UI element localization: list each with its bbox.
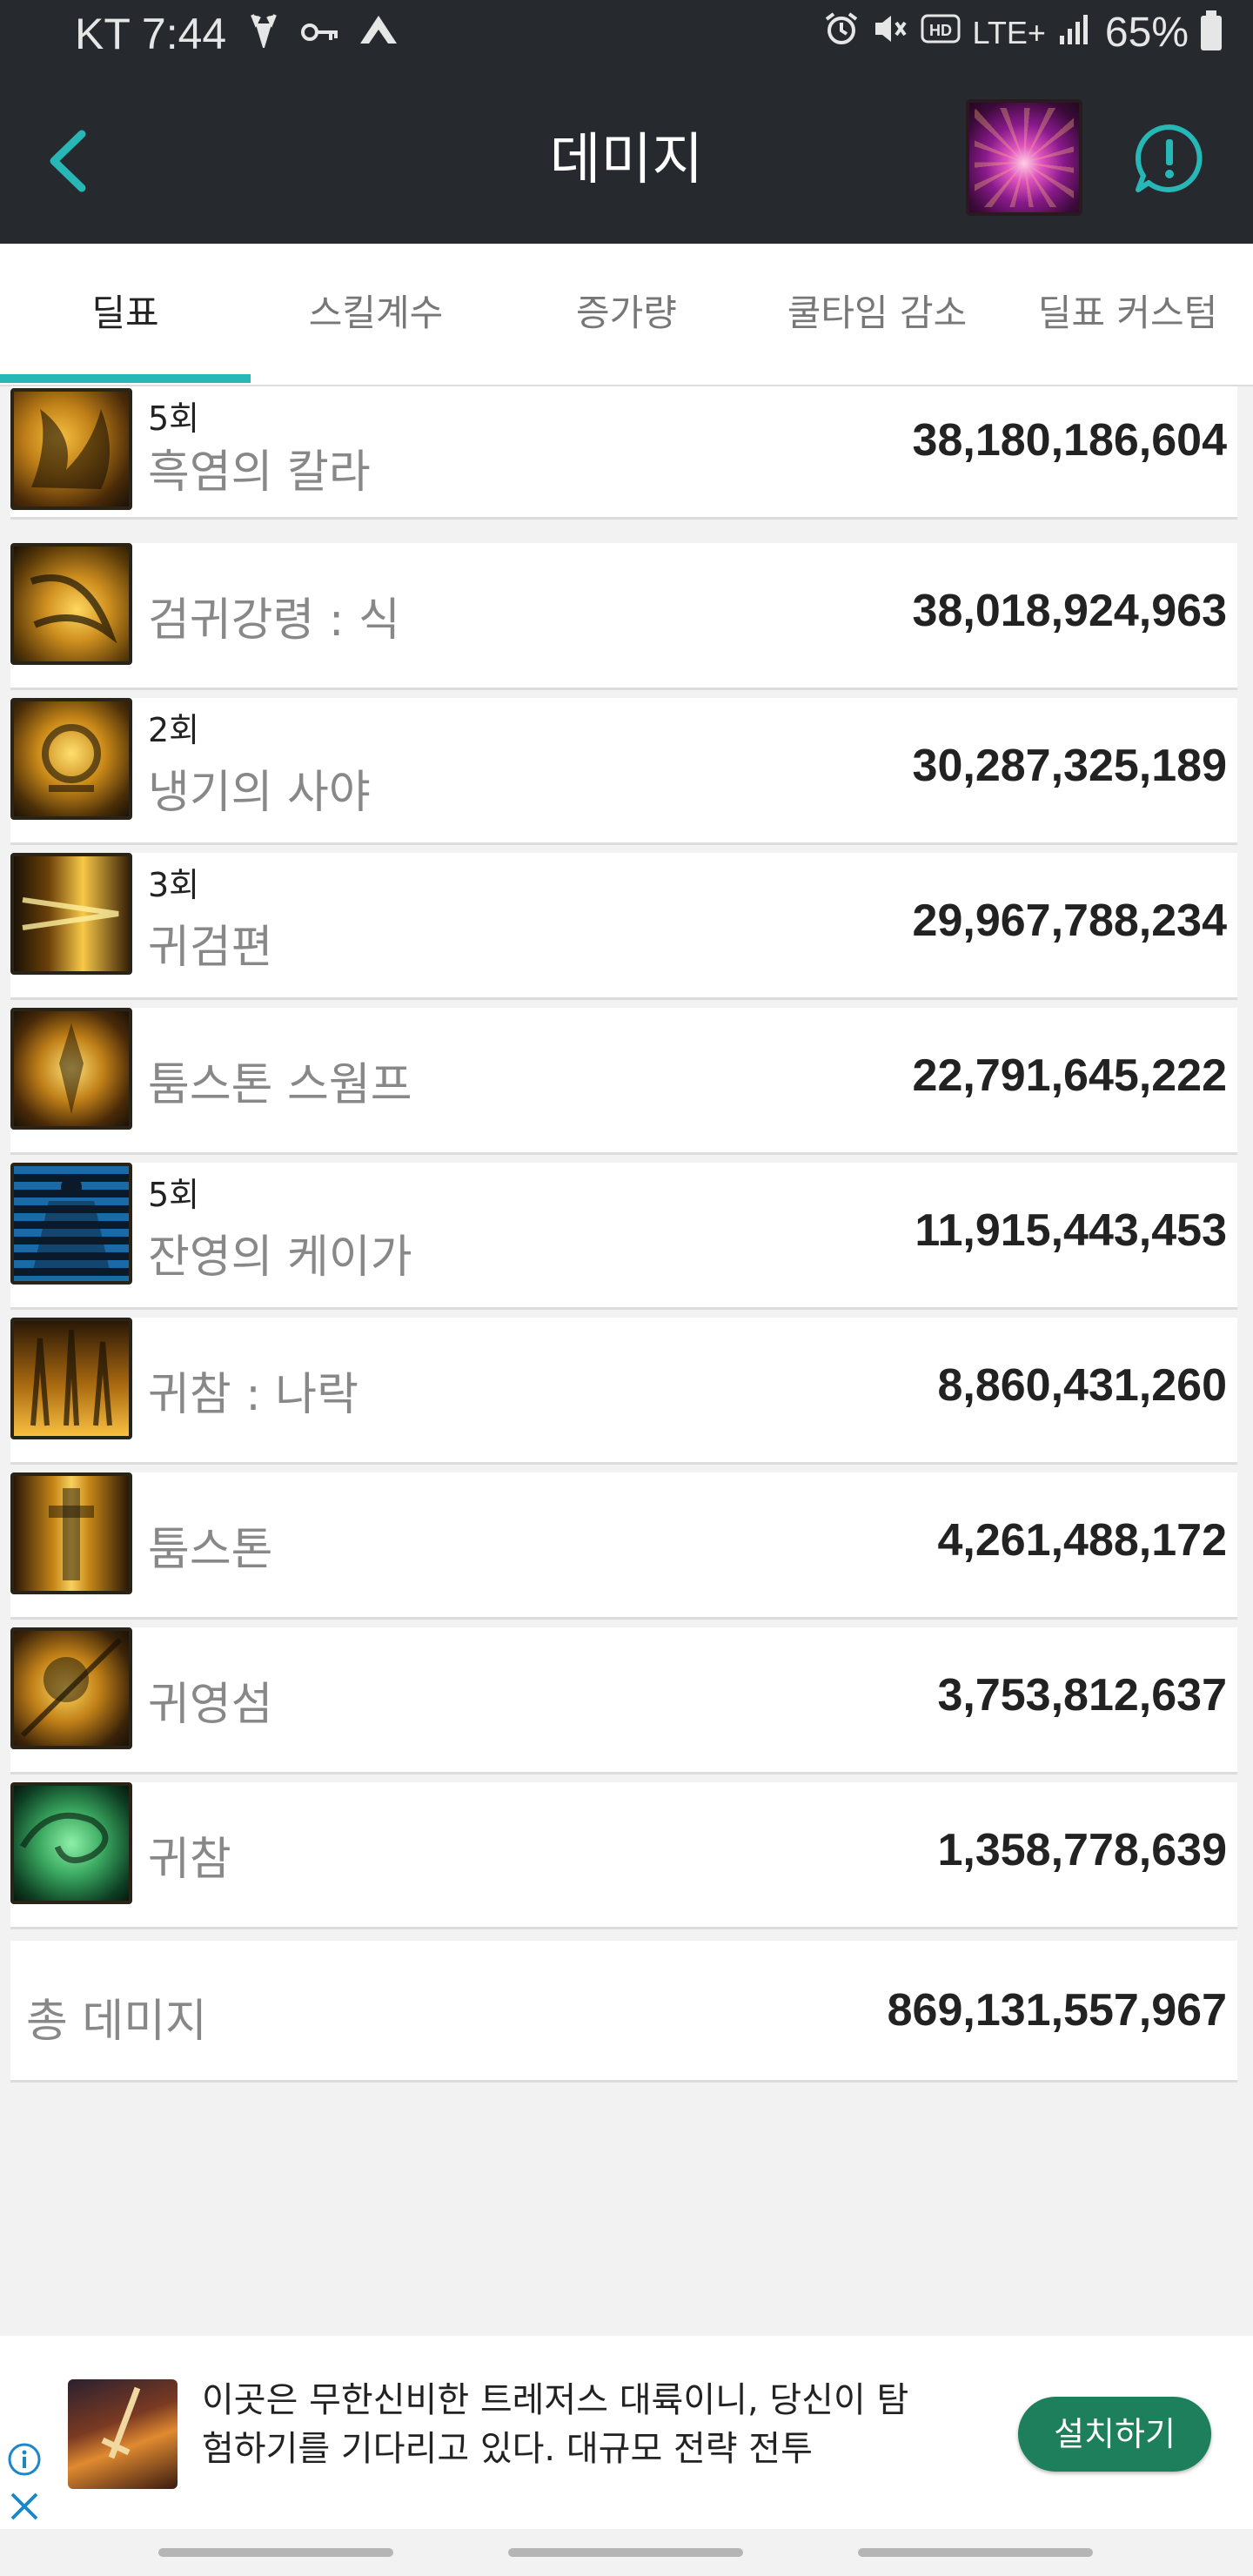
system-nav-bar [0,2529,1253,2576]
skill-name: 귀영섬 [148,1679,273,1731]
tab-cooldown-reduction[interactable]: 쿨타임 감소 [752,244,1002,385]
alarm-icon [823,10,860,56]
list-item[interactable]: 2회 냉기의 사야 30,287,325,189 [10,698,1237,842]
ad-info-icon[interactable] [7,2442,42,2477]
battery-percent: 65% [1104,10,1189,56]
list-item[interactable]: 검귀강령 : 식 38,018,924,963 [10,543,1237,688]
skill-damage: 8,860,431,260 [937,1360,1227,1411]
skill-name: 귀검편 [148,922,273,974]
tab-custom-damage-table[interactable]: 딜표 커스텀 [1002,244,1253,385]
ad-close-icon[interactable] [7,2489,42,2524]
nav-back-handle[interactable] [858,2548,1093,2557]
cold-spirit-icon [10,698,132,820]
list-item[interactable]: 3회 귀검편 29,967,788,234 [10,853,1237,997]
status-bar: KT 7:44 HD LTE+ 65% [0,0,1253,77]
skill-damage: 1,358,778,639 [937,1825,1227,1875]
key-icon [301,15,339,54]
total-damage-label: 총 데미지 [26,1996,207,2048]
signal-icon [1058,11,1093,55]
black-flame-icon [10,388,132,510]
sword-spirit-icon [10,543,132,665]
skill-name: 귀참 [148,1834,231,1886]
ghost-sword-icon [10,853,132,975]
skill-damage: 22,791,645,222 [912,1050,1227,1101]
info-button[interactable] [1133,122,1206,195]
skill-damage: 3,753,812,637 [937,1670,1227,1721]
battery-icon [1201,10,1222,50]
tombstone-swamp-icon [10,1008,132,1130]
use-count: 5회 [148,1176,200,1214]
ghost-slash-abyss-icon [10,1318,132,1439]
ghost-slash-icon [10,1782,132,1904]
mute-icon [872,10,908,56]
character-avatar[interactable] [966,99,1082,216]
carrier-time: KT 7:44 [75,10,227,58]
skill-name: 검귀강령 : 식 [148,594,400,647]
skill-name: 툼스톤 스웜프 [148,1059,412,1111]
svg-text:HD: HD [929,22,952,39]
hd-icon: HD [921,13,961,52]
list-item[interactable]: 귀영섬 3,753,812,637 [10,1627,1237,1772]
skill-damage: 11,915,443,453 [915,1205,1227,1256]
ghost-flash-icon [10,1627,132,1749]
skill-name: 툼스톤 [148,1524,273,1576]
list-item[interactable]: 툼스톤 4,261,488,172 [10,1472,1237,1617]
install-button[interactable]: 설치하기 [1018,2397,1211,2472]
nav-recents-handle[interactable] [158,2548,393,2557]
nav-home-handle[interactable] [508,2548,743,2557]
use-count: 3회 [148,866,200,904]
skill-damage: 38,018,924,963 [912,586,1227,636]
skill-damage: 38,180,186,604 [912,415,1227,466]
afterimage-icon [10,1163,132,1285]
tab-skill-coefficient[interactable]: 스킬계수 [251,244,501,385]
list-item[interactable]: 귀참 : 나락 8,860,431,260 [10,1318,1237,1462]
mountain-icon [358,12,399,56]
network-type: LTE+ [972,14,1046,50]
list-item[interactable]: 툼스톤 스웜프 22,791,645,222 [10,1008,1237,1152]
tab-bar: 딜표 스킬계수 증가량 쿨타임 감소 딜표 커스텀 [0,244,1253,386]
deer-icon [245,11,282,57]
skill-name: 귀참 : 나락 [148,1369,358,1421]
ad-banner[interactable]: 이곳은 무한신비한 트레저스 대륙이니, 당신이 탐험하기를 기다리고 있다. … [0,2336,1253,2529]
list-item[interactable]: 귀참 1,358,778,639 [10,1782,1237,1927]
tab-increase[interactable]: 증가량 [501,244,752,385]
ad-text: 이곳은 무한신비한 트레저스 대륙이니, 당신이 탐험하기를 기다리고 있다. … [202,2380,909,2469]
app-header: 데미지 [0,77,1253,244]
tab-damage-table[interactable]: 딜표 [0,244,251,385]
list-item[interactable]: 5회 잔영의 케이가 11,915,443,453 [10,1163,1237,1307]
skill-name: 흑염의 칼라 [148,446,371,499]
skill-damage: 4,261,488,172 [937,1515,1227,1566]
use-count: 2회 [148,711,200,749]
tombstone-icon [10,1472,132,1594]
total-damage-value: 869,131,557,967 [887,1985,1227,2036]
alert-bubble-icon [1135,124,1203,192]
skill-damage: 30,287,325,189 [912,741,1227,791]
skill-name: 냉기의 사야 [148,767,371,819]
skill-damage: 29,967,788,234 [912,896,1227,946]
active-tab-indicator [0,374,251,383]
ad-image [68,2379,178,2489]
total-damage-row: 총 데미지 869,131,557,967 [10,1941,1237,2080]
list-item[interactable]: 5회 흑염의 칼라 38,180,186,604 [10,386,1237,517]
use-count: 5회 [148,399,200,438]
skill-name: 잔영의 케이가 [148,1231,412,1284]
